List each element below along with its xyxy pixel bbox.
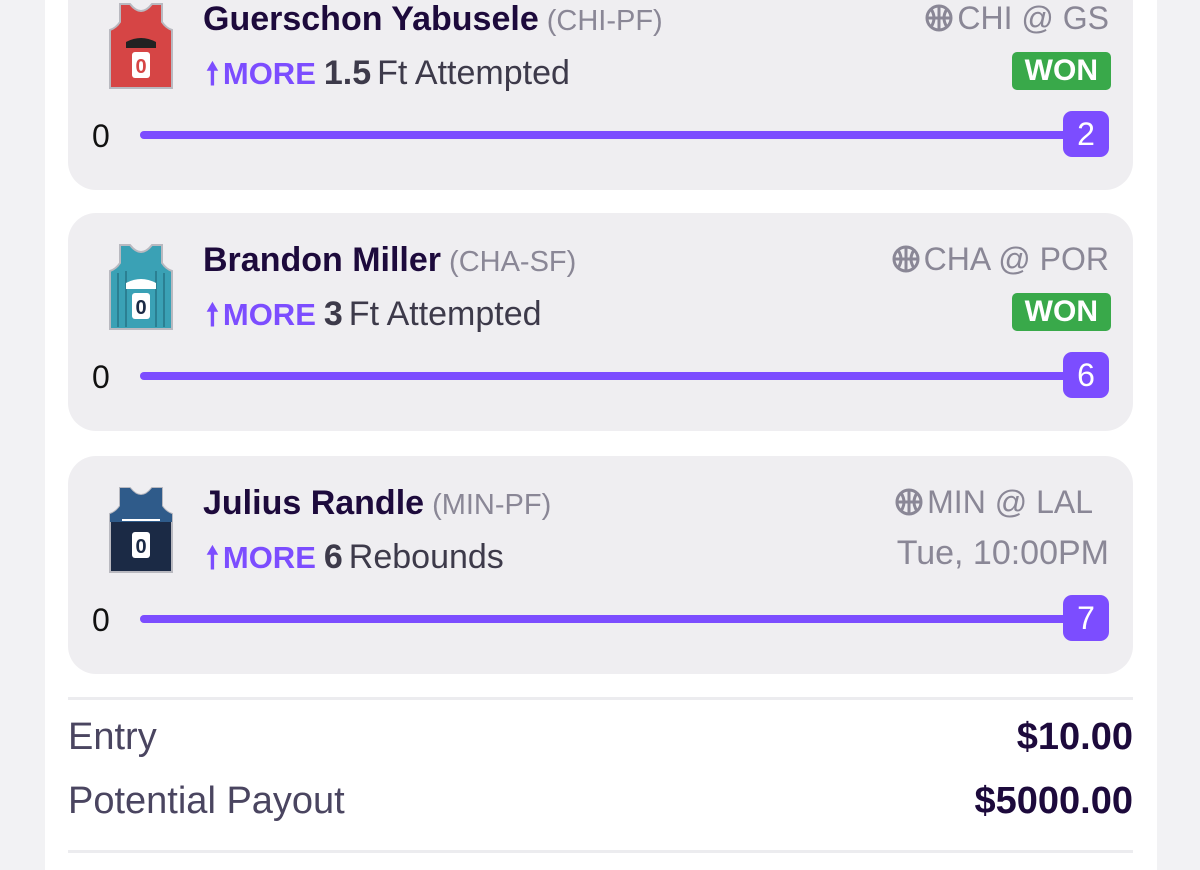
matchup-text: MIN @ LAL: [927, 484, 1093, 520]
player-line: Guerschon Yabusele (CHI-PF): [203, 0, 663, 39]
pick-card[interactable]: 0 Brandon Miller (CHA-SF) 🠕 MORE 3 Ft Attemp…: [68, 213, 1133, 431]
pick-card[interactable]: 0 Guerschon Yabusele (CHI-PF) 🠕 MORE 1.5 Ft …: [68, 0, 1133, 190]
line-value: 6: [323, 538, 343, 576]
pick-line: 🠕 MORE 3 Ft Attempted: [206, 293, 542, 344]
progress-fill: [140, 615, 1084, 623]
jersey-number: 0: [135, 56, 146, 78]
arrow-up-icon: 🠕: [206, 299, 219, 332]
arrow-up-icon: 🠕: [206, 542, 219, 575]
player-name: Julius Randle: [203, 484, 425, 522]
jersey-icon: 0: [106, 0, 176, 92]
direction-label: MORE: [222, 297, 316, 332]
progress-fill: [140, 131, 1084, 139]
jersey-number: 0: [135, 536, 146, 558]
player-line: Julius Randle (MIN-PF): [203, 484, 551, 523]
progress-value: 2: [1063, 111, 1109, 157]
payout-label: Potential Payout: [68, 780, 345, 822]
team-position: (CHA-SF): [449, 246, 577, 278]
player-line: Brandon Miller (CHA-SF): [203, 241, 576, 280]
basketball-icon: [892, 245, 920, 273]
pick-line: 🠕 MORE 1.5 Ft Attempted: [206, 52, 570, 103]
direction-label: MORE: [222, 56, 316, 91]
jersey-number: 0: [135, 297, 146, 319]
status-badge: WON: [1011, 293, 1111, 331]
arrow-up-icon: 🠕: [206, 58, 219, 91]
progress-track: [140, 372, 1084, 380]
stat-name: Ft Attempted: [348, 295, 542, 333]
progress-track: [140, 131, 1084, 139]
divider: [68, 697, 1133, 700]
progress-min: 0: [92, 359, 110, 395]
player-name: Guerschon Yabusele: [203, 0, 539, 38]
progress-track: [140, 615, 1084, 623]
matchup-text: CHI @ GS: [957, 0, 1109, 36]
pick-line: 🠕 MORE 6 Rebounds: [206, 536, 504, 587]
status-badge: WON: [1011, 52, 1111, 90]
game-time: Tue, 10:00PM: [896, 534, 1109, 572]
basketball-icon: [895, 488, 923, 516]
direction-label: MORE: [222, 540, 316, 575]
progress-fill: [140, 372, 1084, 380]
jersey-icon: 0: [106, 484, 176, 576]
progress-value: 6: [1063, 352, 1109, 398]
pick-card[interactable]: 0 Julius Randle (MIN-PF) 🠕 MORE 6 Rebounds M…: [68, 456, 1133, 674]
jersey-icon: 0: [106, 241, 176, 333]
matchup: CHI @ GS: [925, 0, 1109, 37]
progress-min: 0: [92, 602, 110, 638]
progress-value: 7: [1063, 595, 1109, 641]
stat-name: Rebounds: [348, 538, 504, 576]
player-name: Brandon Miller: [203, 241, 442, 279]
line-value: 1.5: [323, 54, 372, 92]
entry-value: $10.00: [1016, 716, 1133, 758]
progress-min: 0: [92, 118, 110, 154]
payout-value: $5000.00: [974, 780, 1134, 822]
team-position: (MIN-PF): [432, 489, 552, 521]
matchup: MIN @ LAL: [895, 484, 1093, 521]
matchup-text: CHA @ POR: [923, 241, 1109, 277]
entry-label: Entry: [68, 716, 157, 758]
basketball-icon: [925, 4, 953, 32]
line-value: 3: [323, 295, 343, 333]
stat-name: Ft Attempted: [377, 54, 570, 92]
team-position: (CHI-PF): [546, 5, 663, 37]
matchup: CHA @ POR: [892, 241, 1109, 278]
